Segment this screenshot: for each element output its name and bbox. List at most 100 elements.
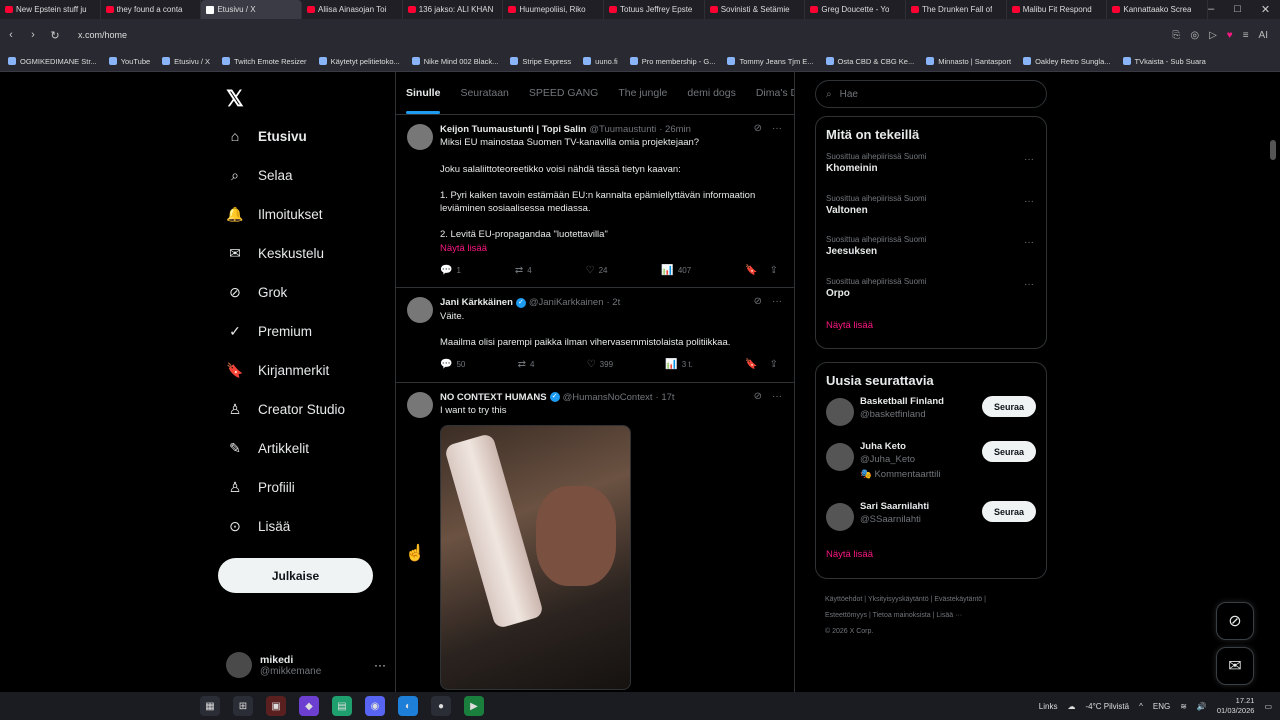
notification-icon[interactable]: ▭	[1264, 702, 1272, 711]
views-button[interactable]: 📊 3 t.	[665, 358, 693, 371]
bookmark-item[interactable]: Nike Mind 002 Black...	[411, 57, 498, 66]
trend-item[interactable]: Suosittua aihepiirissä Suomi Jeesuksen ···	[816, 229, 1046, 271]
bookmark-icon[interactable]: 🔖	[745, 264, 757, 277]
tweet-time[interactable]: · 2t	[606, 296, 620, 309]
task-view-icon[interactable]: ⊞	[233, 696, 253, 716]
menu-icon[interactable]: ≡	[1243, 30, 1249, 41]
tweet-video[interactable]	[440, 425, 631, 691]
x-logo-icon[interactable]: 𝕏	[226, 86, 244, 112]
author-handle[interactable]: @HumansNoContext	[563, 391, 653, 404]
nav-item-grok[interactable]: ⊘ Grok	[226, 280, 287, 304]
browser-tab[interactable]: Kannattaako Screa	[1107, 0, 1209, 19]
bookmark-item[interactable]: OGMIKEDIMANE Str...	[8, 57, 97, 66]
bookmark-item[interactable]: YouTube	[108, 57, 150, 66]
play-icon[interactable]: ▷	[1209, 30, 1217, 41]
tweet[interactable]: NO CONTEXT HUMANS ✓ @HumansNoContext · 17t ⊘…	[396, 383, 794, 702]
forward-icon[interactable]: ›	[22, 29, 44, 41]
nav-item-profiili[interactable]: ♙ Profiili	[226, 475, 295, 499]
bookmark-item[interactable]: Osta CBD & CBG Ke...	[825, 57, 914, 66]
tweet-time[interactable]: · 26min	[659, 123, 691, 136]
trend-item[interactable]: Suosittua aihepiirissä Suomi Khomeinin ···	[816, 146, 1046, 188]
browser-tab[interactable]: Huumepoliisi, Riko	[503, 0, 605, 19]
show-more-link[interactable]: Näytä lisää	[440, 242, 782, 255]
repost-button[interactable]: ⇄ 4	[515, 264, 532, 277]
like-button[interactable]: ♡ 399	[587, 358, 613, 371]
minimize-icon[interactable]: –	[1208, 3, 1214, 16]
follow-name[interactable]: Sari Saarnilahti	[860, 501, 929, 512]
timeline-tab[interactable]: The jungle	[608, 72, 677, 114]
bookmark-item[interactable]: Pro membership - G...	[629, 57, 715, 66]
timeline-tab[interactable]: Dima's Dist	[746, 72, 794, 114]
repost-button[interactable]: ⇄ 4	[518, 358, 535, 371]
chevron-up-icon[interactable]: ^	[1139, 702, 1143, 711]
tweet[interactable]: Jani Kärkkäinen ✓ @JaniKarkkainen · 2t ⊘ ··· V…	[396, 288, 794, 383]
follow-suggestion[interactable]: Juha Keto @Juha_Keto 🎭 Kommentaarttili Seur…	[816, 441, 1046, 501]
clock[interactable]: 17.21 01/03/2026	[1217, 696, 1255, 716]
follow-name[interactable]: Juha Keto	[860, 441, 940, 452]
avatar[interactable]	[407, 124, 433, 150]
close-icon[interactable]: ✕	[1261, 3, 1270, 16]
grok-icon[interactable]: ⊘	[754, 390, 762, 403]
url-field[interactable]: x.com/home	[78, 30, 127, 40]
browser-tab[interactable]: The Drunken Fall of	[906, 0, 1007, 19]
like-button[interactable]: ♡ 24	[586, 264, 608, 277]
post-button[interactable]: Julkaise	[218, 558, 373, 593]
grok-icon[interactable]: ⊘	[754, 295, 762, 308]
nav-item-ilmoitukset[interactable]: 🔔 Ilmoitukset	[226, 202, 322, 226]
browser-tab[interactable]: 136 jakso: ALI KHAN	[403, 0, 504, 19]
follow-name[interactable]: Basketball Finland	[860, 396, 944, 407]
grok-icon[interactable]: ⊘	[754, 122, 762, 135]
trend-item[interactable]: Suosittua aihepiirissä Suomi Orpo ···	[816, 271, 1046, 313]
trend-item[interactable]: Suosittua aihepiirissä Suomi Valtonen ···	[816, 188, 1046, 230]
back-icon[interactable]: ‹	[0, 29, 22, 41]
more-dots-icon[interactable]: ···	[772, 295, 782, 308]
bookmark-item[interactable]: Tommy Jeans Tjm E...	[727, 57, 814, 66]
heart-icon[interactable]: ♥	[1227, 30, 1233, 41]
account-switcher[interactable]: mikedi @mikkemane ···	[226, 648, 386, 682]
window-controls[interactable]: – □ ✕	[1208, 3, 1280, 16]
timeline-tab[interactable]: demi dogs	[677, 72, 745, 114]
share-icon[interactable]: ⇪	[770, 264, 778, 277]
browser-tab[interactable]: New Epstein stuff ju	[0, 0, 101, 19]
reply-button[interactable]: 💬 1	[440, 264, 461, 277]
nav-item-kirjanmerkit[interactable]: 🔖 Kirjanmerkit	[226, 358, 329, 382]
footer-line[interactable]: Esteettömyys | Tietoa mainoksista | Lisä…	[825, 608, 1045, 624]
app-icon[interactable]: ▤	[332, 696, 352, 716]
grok-float-icon[interactable]: ⊘	[1216, 602, 1254, 640]
app-icon[interactable]: ●	[431, 696, 451, 716]
author-name[interactable]: NO CONTEXT HUMANS	[440, 391, 547, 404]
bookmark-icon[interactable]: 🔖	[745, 358, 757, 371]
app-icon[interactable]: ◆	[299, 696, 319, 716]
nav-item-lisää[interactable]: ⊙ Lisää	[226, 514, 290, 538]
nav-item-artikkelit[interactable]: ✎ Artikkelit	[226, 436, 309, 460]
maximize-icon[interactable]: □	[1234, 3, 1241, 16]
edge-icon[interactable]: ◐	[398, 696, 418, 716]
reload-icon[interactable]: ↻	[44, 29, 66, 42]
more-dots-icon[interactable]: ···	[772, 390, 782, 403]
avatar[interactable]	[826, 503, 854, 531]
bookmark-item[interactable]: Etusivu / X	[162, 57, 210, 66]
timeline-tab[interactable]: Seurataan	[450, 72, 518, 114]
browser-tab[interactable]: Malibu Fit Respond	[1007, 0, 1108, 19]
follow-button[interactable]: Seuraa	[982, 501, 1036, 522]
app-icon[interactable]: ▦	[200, 696, 220, 716]
links-label[interactable]: Links	[1039, 702, 1058, 711]
author-handle[interactable]: @JaniKarkkainen	[529, 296, 604, 309]
avatar[interactable]	[826, 398, 854, 426]
scrollbar[interactable]	[1270, 140, 1276, 160]
bookmark-item[interactable]: uuno.fi	[583, 57, 618, 66]
nav-item-premium[interactable]: ✓ Premium	[226, 319, 312, 343]
reply-button[interactable]: 💬 50	[440, 358, 465, 371]
bookmark-item[interactable]: TVkaista - Sub Suara	[1122, 57, 1206, 66]
footer-line[interactable]: Käyttöehdot | Yksityisyyskäytäntö | Eväs…	[825, 592, 1045, 608]
more-dots-icon[interactable]: ···	[374, 658, 386, 672]
nav-item-etusivu[interactable]: ⌂ Etusivu	[226, 124, 307, 148]
share-icon[interactable]: ⇪	[770, 358, 778, 371]
app-icon[interactable]: ▶	[464, 696, 484, 716]
views-button[interactable]: 📊 407	[661, 264, 691, 277]
follow-button[interactable]: Seuraa	[982, 396, 1036, 417]
bookmark-item[interactable]: Minnasto | Santasport	[926, 57, 1011, 66]
discord-icon[interactable]: ◉	[365, 696, 385, 716]
trends-show-more[interactable]: Näytä lisää	[816, 320, 1046, 331]
author-name[interactable]: Keijon Tuumaustunti | Topi Salin	[440, 123, 586, 136]
